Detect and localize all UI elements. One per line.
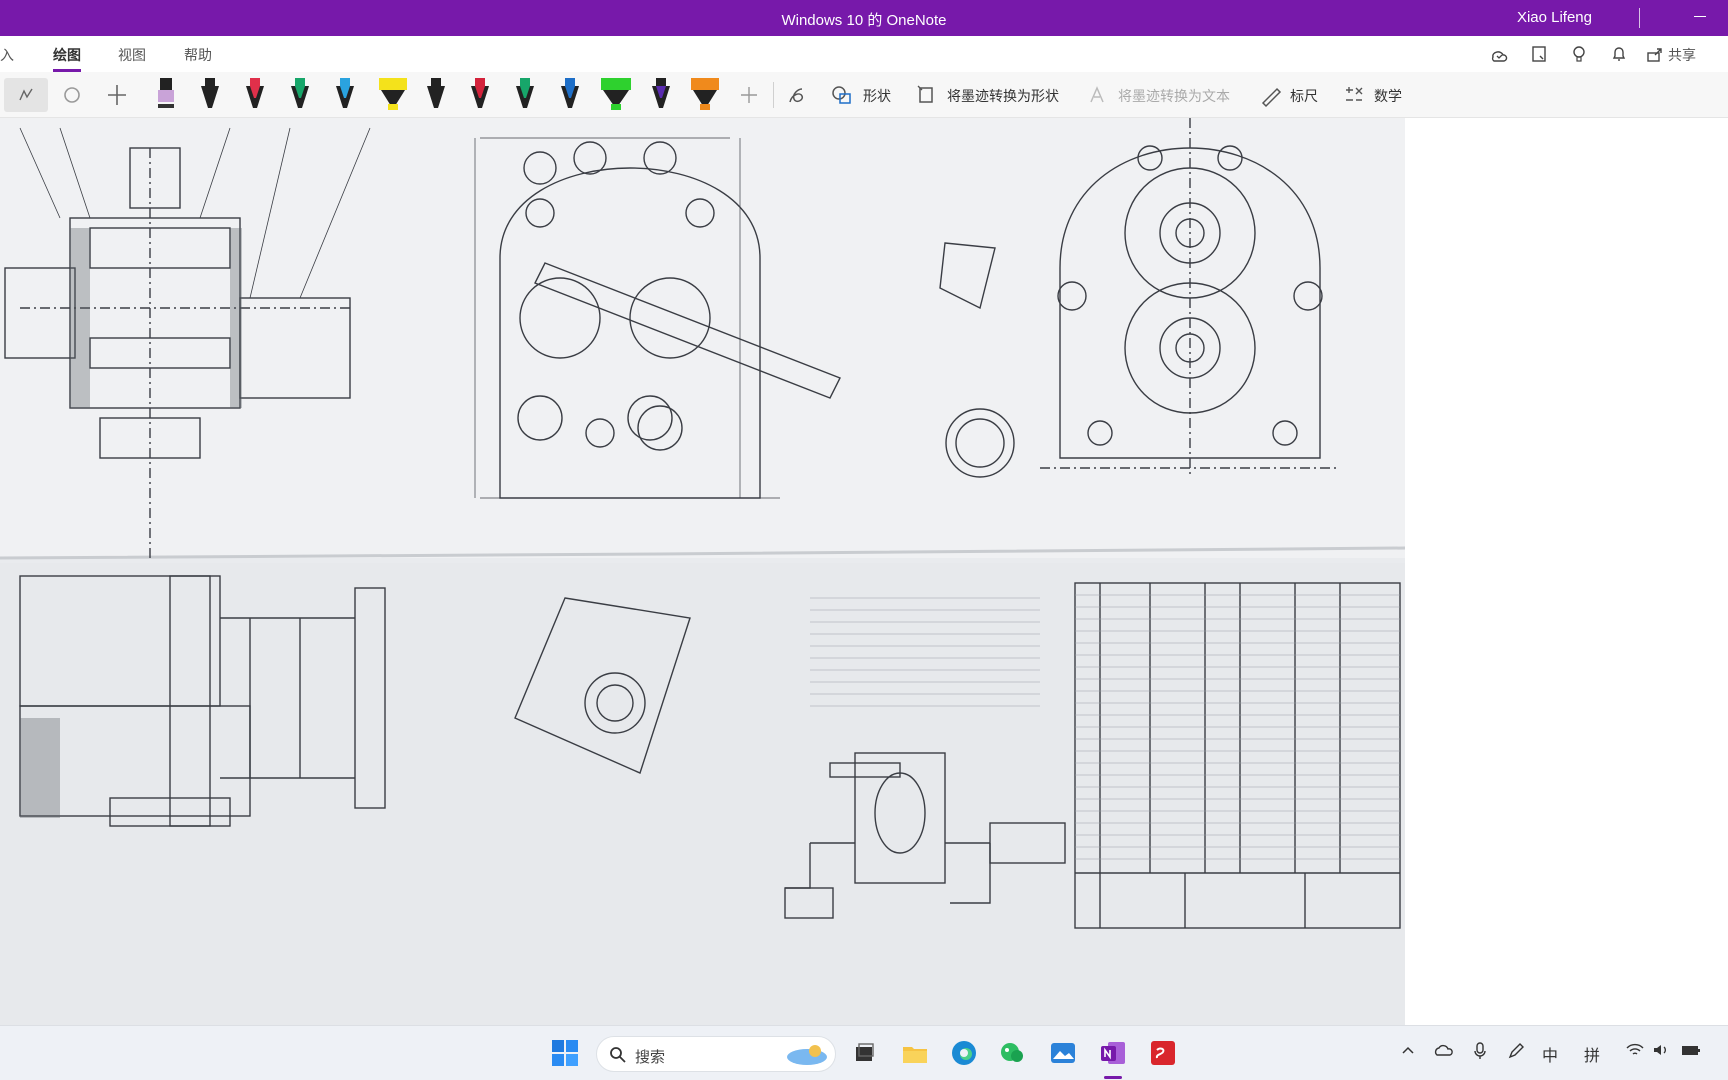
chat-app-icon[interactable] (997, 1038, 1027, 1068)
windows-start-icon[interactable] (550, 1038, 580, 1068)
chevron-up-icon[interactable] (1400, 1042, 1416, 1058)
solidworks-app-icon[interactable] (1148, 1038, 1178, 1068)
notebook-icon[interactable] (1530, 45, 1548, 63)
task-view-icon[interactable] (849, 1038, 879, 1068)
ruler-icon[interactable] (1258, 80, 1282, 110)
lightbulb-icon[interactable] (1570, 45, 1588, 63)
pen-7[interactable] (467, 76, 493, 114)
battery-icon[interactable] (1680, 1042, 1702, 1058)
ruler-button[interactable]: 标尺 (1290, 86, 1318, 106)
pen-10[interactable] (648, 76, 674, 114)
pen-3[interactable] (242, 76, 268, 114)
add-space-icon[interactable] (104, 80, 130, 110)
onenote-active-indicator (1104, 1076, 1122, 1079)
ink-to-shape-icon[interactable] (915, 80, 939, 110)
highlighter-2[interactable] (598, 76, 634, 114)
user-name[interactable]: Xiao Lifeng (1517, 9, 1592, 26)
tab-draw[interactable]: 绘图 (53, 45, 81, 72)
share-icon[interactable] (1646, 45, 1664, 63)
draw-toolbar: 形状 将墨迹转换为形状 将墨迹转换为文本 标尺 数学 (0, 72, 1728, 118)
ime-chinese-indicator[interactable]: 中 (1542, 1042, 1558, 1066)
ribbon-right-icons: 共享 (1468, 36, 1728, 72)
bell-icon[interactable] (1610, 45, 1628, 63)
ink-replay-icon[interactable] (784, 80, 810, 110)
onenote-app-icon[interactable] (1098, 1038, 1128, 1068)
eraser-icon[interactable] (60, 80, 84, 110)
add-pen-icon[interactable] (738, 80, 760, 110)
pen-2[interactable] (197, 76, 223, 114)
ribbon-tabs: 插入 绘图 视图 帮助 共享 (0, 36, 1728, 72)
edge-browser-icon[interactable] (949, 1038, 979, 1068)
onedrive-icon[interactable] (1434, 1042, 1454, 1058)
minimize-icon[interactable] (1694, 16, 1706, 17)
window-title: Windows 10 的 OneNote (781, 12, 947, 29)
search-highlight-icon (787, 1045, 827, 1065)
tab-help[interactable]: 帮助 (184, 45, 212, 65)
search-placeholder: 搜索 (635, 1049, 666, 1066)
right-blank-area (1405, 118, 1728, 1025)
pen-4[interactable] (287, 76, 313, 114)
tab-view[interactable]: 视图 (118, 45, 146, 65)
pen-menu-icon[interactable] (1507, 1042, 1525, 1060)
ink-to-shape-button[interactable]: 将墨迹转换为形状 (947, 86, 1059, 106)
title-separator (1639, 8, 1640, 28)
taskbar: 搜索 中 拼 (0, 1025, 1728, 1080)
title-bar: Windows 10 的 OneNote Xiao Lifeng (0, 0, 1728, 36)
toolbar-divider (773, 82, 774, 108)
volume-icon[interactable] (1652, 1042, 1670, 1058)
tab-insert-label: 插入 (0, 47, 14, 63)
highlighter-1[interactable] (376, 76, 410, 114)
shapes-icon[interactable] (830, 80, 854, 110)
microphone-icon[interactable] (1472, 1042, 1488, 1060)
lasso-select-tool[interactable] (4, 78, 48, 112)
taskbar-search[interactable]: 搜索 (596, 1036, 836, 1072)
ime-pinyin-indicator[interactable]: 拼 (1584, 1042, 1600, 1066)
highlighter-3[interactable] (688, 76, 722, 114)
pen-6[interactable] (423, 76, 449, 114)
pen-1[interactable] (153, 76, 179, 114)
engineering-drawing-photo (0, 118, 1405, 1025)
ink-to-text-button[interactable]: 将墨迹转换为文本 (1118, 86, 1230, 106)
share-button[interactable]: 共享 (1668, 45, 1696, 65)
tab-insert[interactable]: 插入 (0, 45, 14, 65)
wifi-icon[interactable] (1626, 1042, 1644, 1058)
pen-8[interactable] (512, 76, 538, 114)
pen-5[interactable] (332, 76, 358, 114)
file-explorer-icon[interactable] (900, 1038, 930, 1068)
page-canvas[interactable] (0, 118, 1405, 1025)
math-icon[interactable] (1342, 80, 1366, 110)
shapes-button[interactable]: 形状 (863, 86, 891, 106)
sync-icon[interactable] (1490, 45, 1508, 63)
lasso-icon (19, 88, 33, 101)
math-button[interactable]: 数学 (1374, 86, 1402, 106)
photos-app-icon[interactable] (1048, 1038, 1078, 1068)
pen-9[interactable] (557, 76, 583, 114)
ink-to-text-icon[interactable] (1086, 80, 1110, 110)
search-icon (610, 1047, 626, 1063)
